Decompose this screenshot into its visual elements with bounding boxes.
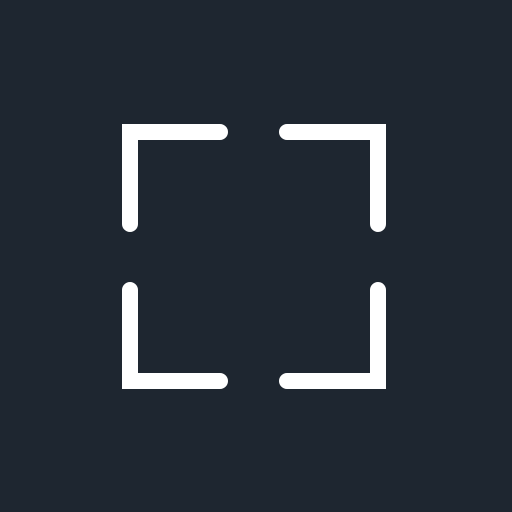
app-icon-canvas bbox=[0, 0, 512, 512]
corner-top-left bbox=[122, 124, 228, 232]
corner-top-right bbox=[279, 124, 386, 232]
corner-bottom-right bbox=[279, 282, 386, 389]
fullscreen-icon[interactable] bbox=[0, 0, 512, 512]
corner-bottom-left bbox=[122, 282, 228, 389]
